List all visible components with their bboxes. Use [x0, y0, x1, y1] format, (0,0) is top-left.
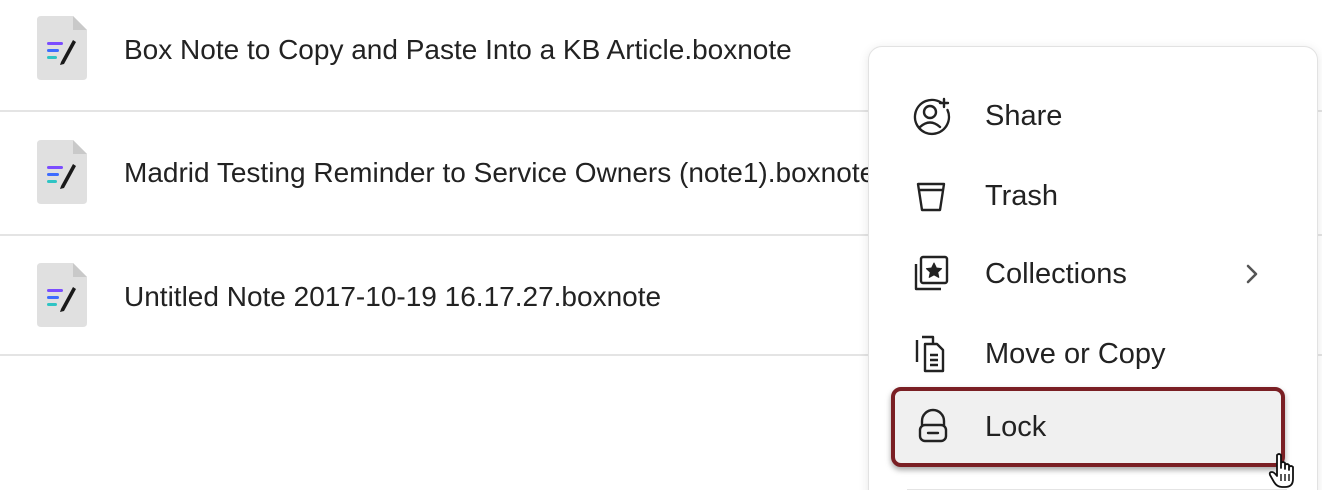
- menu-item-move-or-copy[interactable]: Move or Copy: [869, 319, 1317, 389]
- collections-icon: [914, 255, 949, 291]
- menu-item-label: Collections: [985, 258, 1127, 290]
- file-name[interactable]: Madrid Testing Reminder to Service Owner…: [124, 156, 875, 190]
- boxnote-icon: [37, 263, 87, 327]
- trash-icon: [916, 182, 946, 212]
- file-name[interactable]: Untitled Note 2017-10-19 16.17.27.boxnot…: [124, 280, 661, 314]
- file-name[interactable]: Box Note to Copy and Paste Into a KB Art…: [124, 33, 792, 67]
- menu-item-label: Trash: [985, 180, 1059, 212]
- menu-item-label: Share: [985, 100, 1063, 132]
- menu-item-share[interactable]: Share: [869, 81, 1317, 151]
- menu-item-label: Move or Copy: [985, 338, 1166, 370]
- menu-item-label: Lock: [985, 411, 1047, 443]
- boxnote-icon: [37, 16, 87, 80]
- move-copy-icon: [915, 335, 945, 373]
- lock-icon: [918, 408, 948, 443]
- hand-pointer-icon: [1268, 453, 1294, 488]
- menu-item-collections[interactable]: Collections: [869, 239, 1317, 309]
- file-browser-page: Box Note to Copy and Paste Into a KB Art…: [0, 0, 1322, 490]
- context-menu: Share Trash Collections Move or Copy Loc…: [868, 46, 1318, 490]
- menu-item-trash[interactable]: Trash: [869, 161, 1317, 231]
- boxnote-icon: [37, 140, 87, 204]
- share-user-icon: [913, 97, 951, 136]
- chevron-right-icon: [1246, 264, 1258, 284]
- menu-item-lock[interactable]: Lock: [891, 387, 1285, 467]
